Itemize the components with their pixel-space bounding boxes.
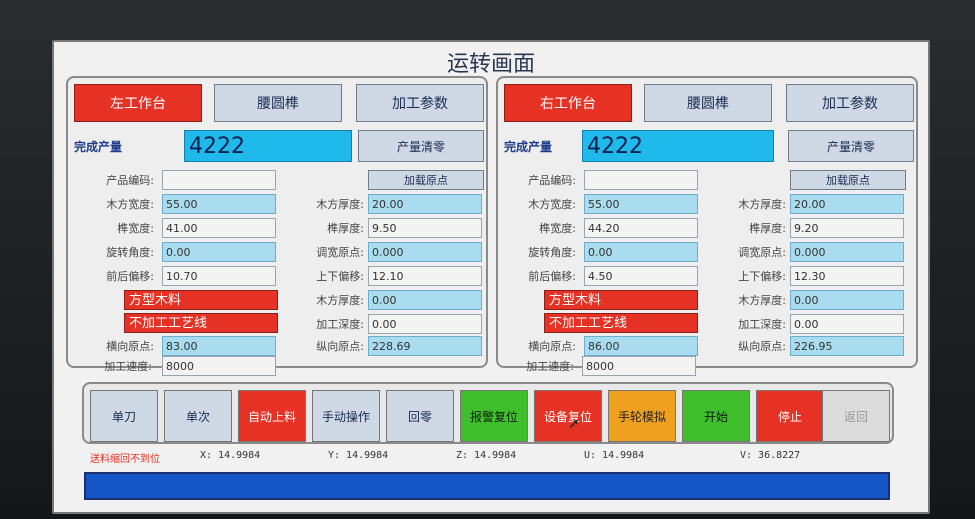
field-label: 旋转角度:: [106, 246, 154, 259]
process-speed-input[interactable]: 8000: [582, 356, 696, 376]
field-label: 榫宽度:: [117, 222, 154, 235]
page-title: 运转画面: [446, 52, 535, 77]
field-label: 调宽原点:: [316, 246, 364, 259]
longitudinal-origin-input[interactable]: 228.69: [368, 336, 482, 356]
production-label: 完成产量: [504, 140, 553, 154]
production-count: 4222: [582, 130, 774, 162]
wood-thickness-2-input[interactable]: 0.00: [790, 290, 904, 310]
coord-u: U: 14.9984: [584, 450, 645, 461]
status-line: 送料缩回不到位 X: 14.9984 Y: 14.9984 Z: 14.9984…: [90, 450, 900, 466]
material-type-button[interactable]: 方型木料: [544, 290, 698, 310]
tab-process-params[interactable]: 加工参数: [356, 84, 484, 122]
coord-z: Z: 14.9984: [456, 450, 517, 461]
wood-width-input[interactable]: 55.00: [162, 194, 276, 214]
wood-thickness-input[interactable]: 20.00: [368, 194, 482, 214]
vertical-offset-input[interactable]: 12.10: [368, 266, 482, 286]
rotation-angle-input[interactable]: 0.00: [162, 242, 276, 262]
field-label: 前后偏移:: [106, 270, 154, 283]
tenon-width-input[interactable]: 44.20: [584, 218, 698, 238]
field-label: 前后偏移:: [528, 270, 576, 283]
field-label: 木方宽度:: [106, 198, 154, 211]
process-line-button[interactable]: 不加工工艺线: [124, 313, 278, 333]
product-code-input[interactable]: [584, 170, 698, 190]
right-workbench-panel: 右工作台 腰圆榫 加工参数 完成产量 4222 产量清零 产品编码: 木方宽度:…: [496, 76, 918, 368]
process-depth-input[interactable]: 0.00: [790, 314, 904, 334]
field-label: 木方厚度:: [738, 294, 786, 307]
field-label: 木方厚度:: [316, 198, 364, 211]
process-speed-input[interactable]: 8000: [162, 356, 276, 376]
width-origin-input[interactable]: 0.000: [368, 242, 482, 262]
single-cycle-button[interactable]: 单次: [164, 390, 232, 442]
wood-width-input[interactable]: 55.00: [584, 194, 698, 214]
wood-thickness-input[interactable]: 20.00: [790, 194, 904, 214]
longitudinal-origin-input[interactable]: 226.95: [790, 336, 904, 356]
manual-operation-button[interactable]: 手动操作: [312, 390, 380, 442]
horizontal-origin-input[interactable]: 86.00: [584, 336, 698, 356]
field-label: 上下偏移:: [738, 270, 786, 283]
field-label: 木方厚度:: [316, 294, 364, 307]
field-label: 产品编码:: [528, 174, 576, 187]
field-label: 调宽原点:: [738, 246, 786, 259]
field-label: 榫厚度:: [749, 222, 786, 235]
production-label: 完成产量: [74, 140, 123, 154]
field-label: 上下偏移:: [316, 270, 364, 283]
tenon-width-input[interactable]: 41.00: [162, 218, 276, 238]
stop-button[interactable]: 停止: [756, 390, 824, 442]
field-label: 纵向原点:: [316, 340, 364, 353]
field-label: 木方厚度:: [738, 198, 786, 211]
tab-right-workbench[interactable]: 右工作台: [504, 84, 632, 122]
coord-y: Y: 14.9984: [328, 450, 389, 461]
hmi-screen: 运转画面 左工作台 腰圆榫 加工参数 完成产量 4222 产量清零 产品编码: …: [52, 40, 930, 514]
field-label: 榫宽度:: [539, 222, 576, 235]
coord-x: X: 14.9984: [200, 450, 261, 461]
process-depth-input[interactable]: 0.00: [368, 314, 482, 334]
field-label: 横向原点:: [528, 340, 576, 353]
field-label: 加工速度:: [104, 360, 152, 373]
auto-feed-button[interactable]: 自动上料: [238, 390, 306, 442]
front-back-offset-input[interactable]: 4.50: [584, 266, 698, 286]
field-label: 横向原点:: [106, 340, 154, 353]
alarm-message: 送料缩回不到位: [90, 454, 160, 465]
load-origin-button[interactable]: 加载原点: [368, 170, 484, 190]
horizontal-origin-input[interactable]: 83.00: [162, 336, 276, 356]
clear-production-button[interactable]: 产量清零: [788, 130, 914, 162]
tab-waist-tenon[interactable]: 腰圆榫: [644, 84, 772, 122]
process-line-button[interactable]: 不加工工艺线: [544, 313, 698, 333]
coord-v: V: 36.8227: [740, 450, 801, 461]
tab-left-workbench[interactable]: 左工作台: [74, 84, 202, 122]
wood-thickness-2-input[interactable]: 0.00: [368, 290, 482, 310]
material-type-button[interactable]: 方型木料: [124, 290, 278, 310]
single-tool-button[interactable]: 单刀: [90, 390, 158, 442]
field-label: 榫厚度:: [327, 222, 364, 235]
left-workbench-panel: 左工作台 腰圆榫 加工参数 完成产量 4222 产量清零 产品编码: 木方宽度:…: [66, 76, 488, 368]
production-count: 4222: [184, 130, 352, 162]
product-code-input[interactable]: [162, 170, 276, 190]
field-label: 木方宽度:: [528, 198, 576, 211]
back-button[interactable]: 返回: [822, 390, 890, 442]
field-label: 加工深度:: [316, 318, 364, 331]
start-button[interactable]: 开始: [682, 390, 750, 442]
tenon-thickness-input[interactable]: 9.20: [790, 218, 904, 238]
field-label: 纵向原点:: [738, 340, 786, 353]
clear-production-button[interactable]: 产量清零: [358, 130, 484, 162]
return-zero-button[interactable]: 回零: [386, 390, 454, 442]
front-back-offset-input[interactable]: 10.70: [162, 266, 276, 286]
tenon-thickness-input[interactable]: 9.50: [368, 218, 482, 238]
field-label: 加工速度:: [526, 360, 574, 373]
tab-process-params[interactable]: 加工参数: [786, 84, 914, 122]
load-origin-button[interactable]: 加载原点: [790, 170, 906, 190]
tab-waist-tenon[interactable]: 腰圆榫: [214, 84, 342, 122]
progress-bar: [84, 472, 890, 500]
handwheel-sim-button[interactable]: 手轮模拟: [608, 390, 676, 442]
field-label: 旋转角度:: [528, 246, 576, 259]
field-label: 加工深度:: [738, 318, 786, 331]
field-label: 产品编码:: [106, 174, 154, 187]
vertical-offset-input[interactable]: 12.30: [790, 266, 904, 286]
rotation-angle-input[interactable]: 0.00: [584, 242, 698, 262]
width-origin-input[interactable]: 0.000: [790, 242, 904, 262]
control-bar: 单刀 单次 自动上料 手动操作 回零 报警复位 设备复位 手轮模拟 开始 停止 …: [82, 382, 894, 444]
alarm-reset-button[interactable]: 报警复位: [460, 390, 528, 442]
pointer-cursor-icon: ➚: [568, 416, 580, 432]
